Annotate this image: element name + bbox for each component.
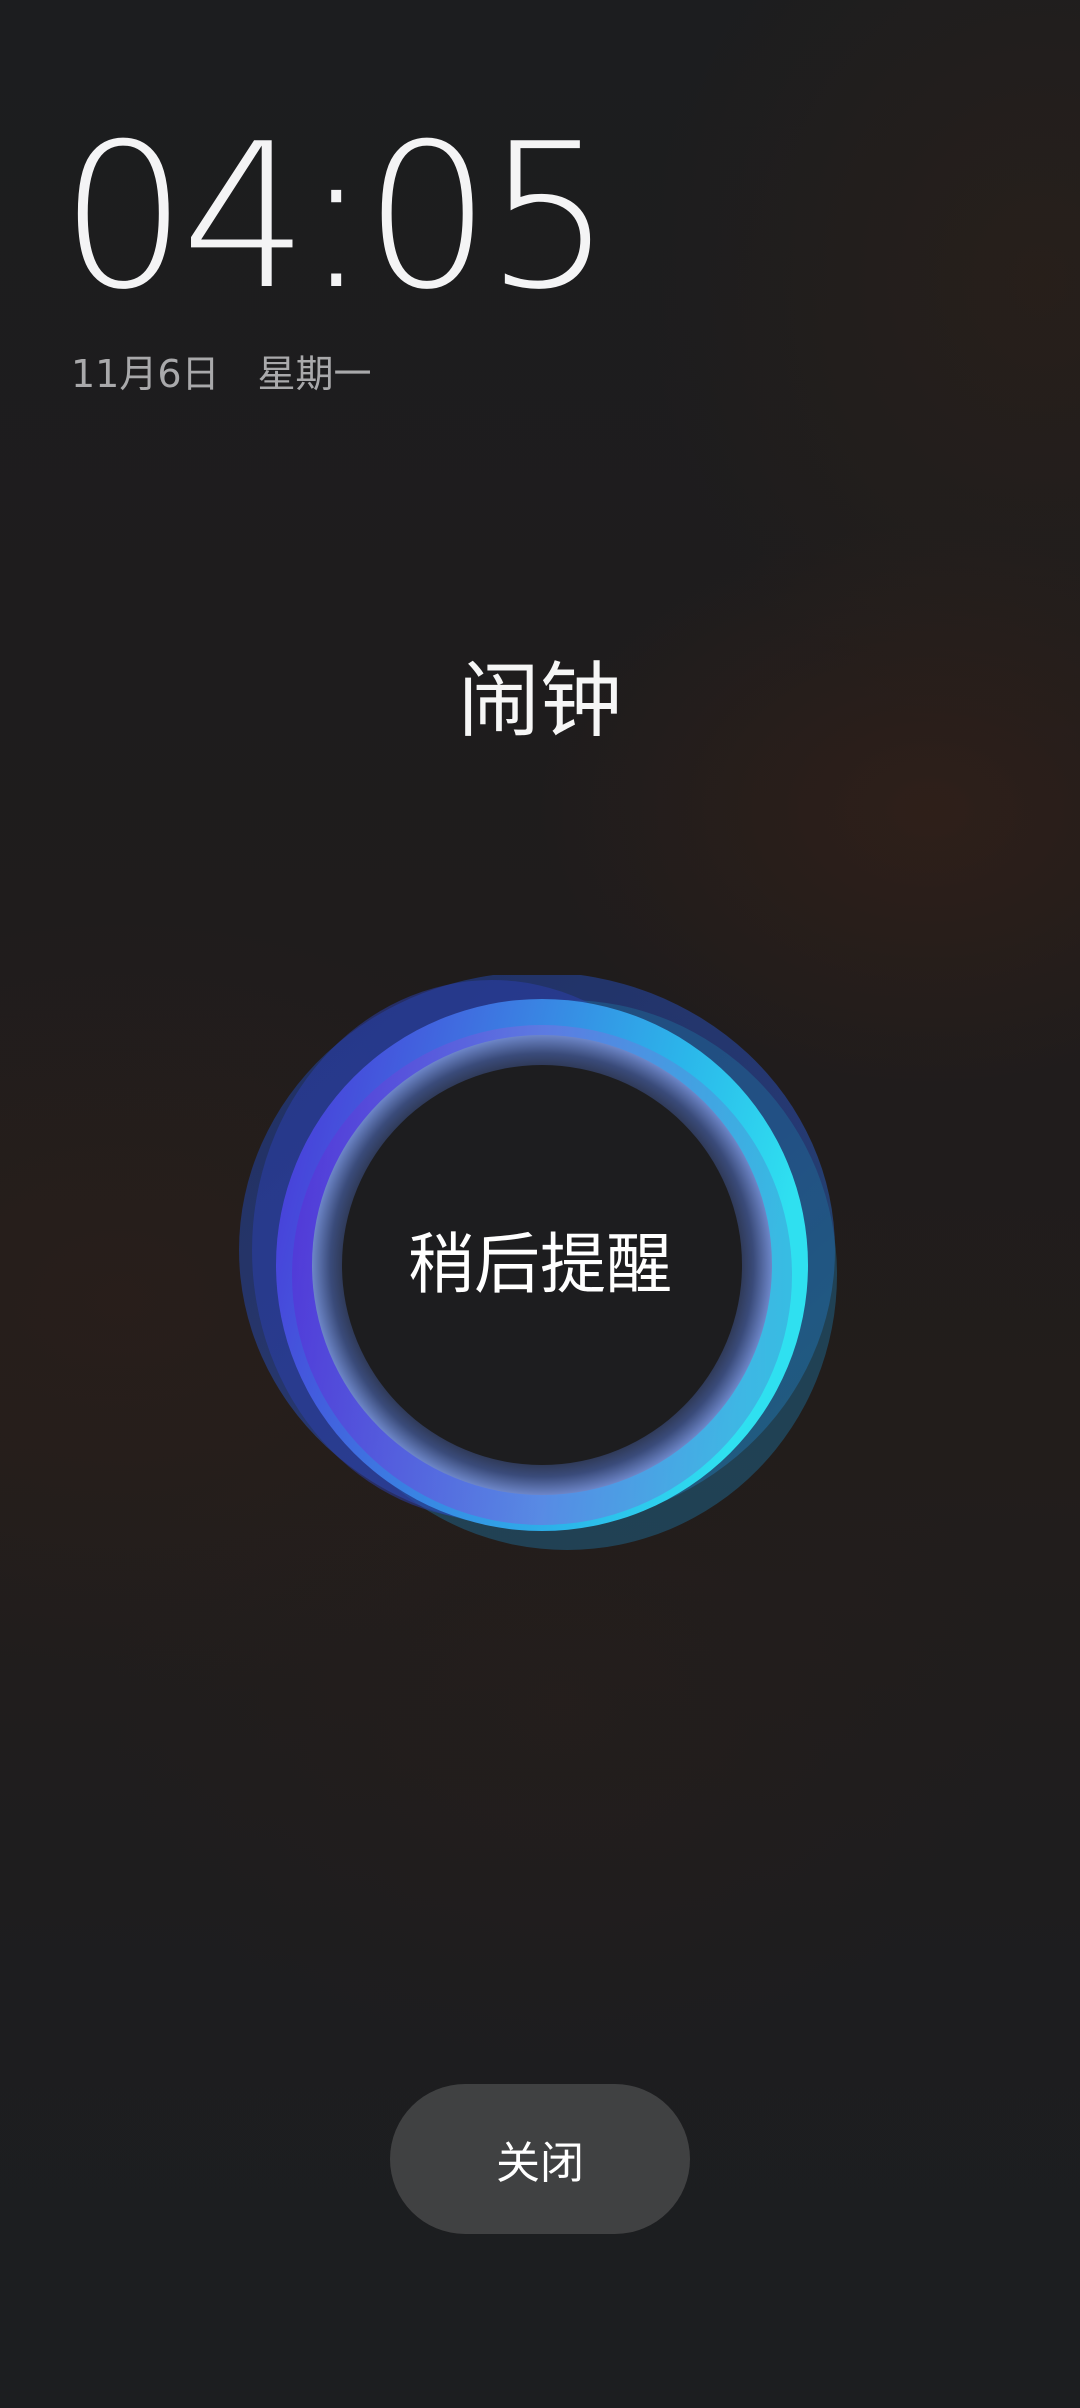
snooze-button[interactable] xyxy=(237,975,847,1550)
snooze-ring-graphic xyxy=(239,975,837,1550)
weekday-text: 星期一 xyxy=(257,352,372,396)
alarm-screen: 04:05 11月6日 星期一 闹钟 稍后提醒 关闭 xyxy=(0,0,1080,2408)
clock-time: 04:05 xyxy=(60,101,612,334)
dismiss-label: 关闭 xyxy=(496,2138,584,2189)
dismiss-button[interactable]: 关闭 xyxy=(390,2084,690,2234)
alarm-title: 闹钟 xyxy=(457,654,622,749)
clock-date: 11月6日 星期一 xyxy=(71,350,372,398)
ring-inner-disc xyxy=(342,1065,742,1465)
date-text: 11月6日 xyxy=(71,352,220,396)
